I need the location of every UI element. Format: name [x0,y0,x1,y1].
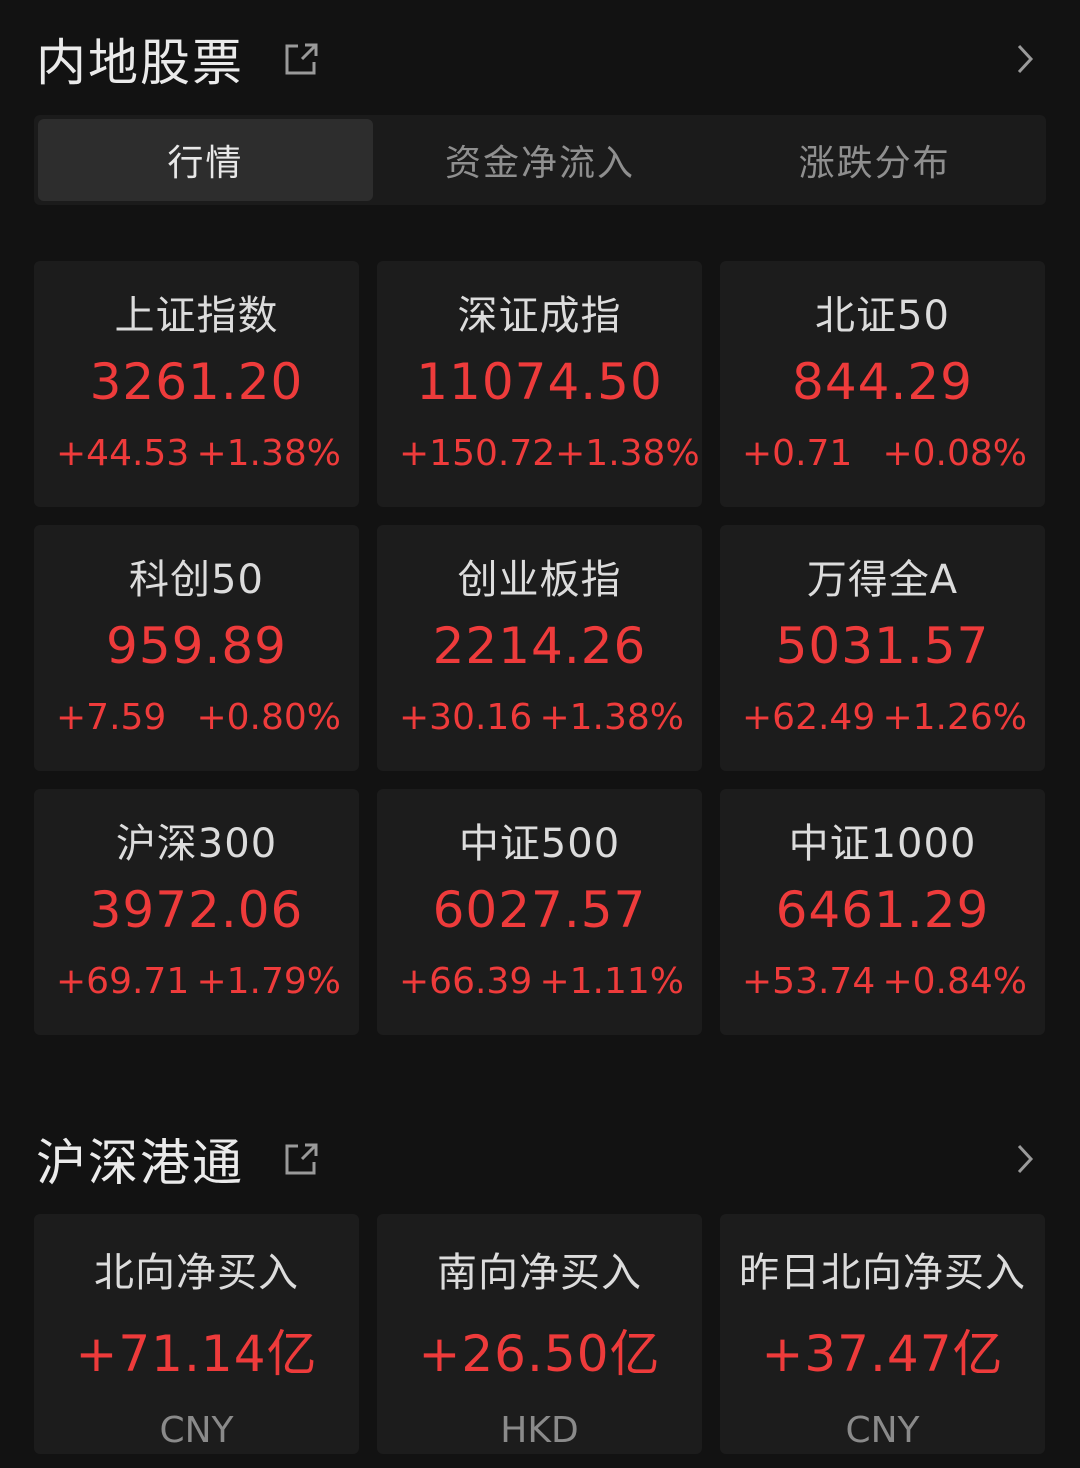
flow-name: 北向净买入 [94,1250,299,1296]
tab-market[interactable]: 行情 [38,119,373,201]
index-change-pct: +1.38% [555,433,700,474]
index-value: 5031.57 [775,617,990,675]
index-change-pct: +1.79% [196,961,341,1002]
capital-flow-grid: 北向净买入 +71.14亿 CNY 南向净买入 +26.50亿 HKD 昨日北向… [34,1214,1046,1454]
index-change: +30.16 [399,697,533,738]
index-value: 3972.06 [89,881,304,939]
index-change-pct: +0.08% [882,433,1027,474]
section-title: 内地股票 [36,34,244,92]
index-name: 北证50 [815,293,950,339]
tab-bar: 行情 资金净流入 涨跌分布 [34,115,1046,205]
index-name: 上证指数 [114,293,279,339]
index-change: +66.39 [399,961,533,1002]
index-change: +7.59 [56,697,167,738]
share-icon[interactable] [282,40,320,78]
index-value: 959.89 [106,617,287,675]
index-change-pct: +1.11% [539,961,684,1002]
index-value: 11074.50 [416,353,663,411]
tab-distribution[interactable]: 涨跌分布 [707,119,1042,201]
index-change-pct: +0.84% [882,961,1027,1002]
index-name: 中证500 [458,821,621,867]
index-name: 中证1000 [788,821,977,867]
index-change-pct: +1.38% [196,433,341,474]
index-name: 深证成指 [457,293,622,339]
index-change-pct: +0.80% [196,697,341,738]
flow-name: 昨日北向净买入 [739,1250,1026,1296]
index-card[interactable]: 万得全A 5031.57 +62.49 +1.26% [720,525,1045,771]
index-value: 3261.20 [89,353,304,411]
index-name: 沪深300 [115,821,278,867]
index-change-pct: +1.38% [539,697,684,738]
index-card[interactable]: 中证500 6027.57 +66.39 +1.11% [377,789,702,1035]
chevron-right-icon[interactable] [1010,1144,1040,1174]
flow-value: +37.47亿 [761,1325,1004,1383]
index-change: +69.71 [56,961,190,1002]
section-title: 沪深港通 [36,1134,244,1192]
flow-card[interactable]: 北向净买入 +71.14亿 CNY [34,1214,359,1454]
flow-currency: CNY [159,1410,234,1451]
flow-value: +26.50亿 [418,1325,661,1383]
index-value: 2214.26 [432,617,647,675]
index-change-pct: +1.26% [882,697,1027,738]
flow-card[interactable]: 昨日北向净买入 +37.47亿 CNY [720,1214,1045,1454]
index-card[interactable]: 科创50 959.89 +7.59 +0.80% [34,525,359,771]
share-icon[interactable] [282,1140,320,1178]
index-change: +44.53 [56,433,190,474]
flow-currency: HKD [500,1410,579,1451]
flow-currency: CNY [845,1410,920,1451]
index-card[interactable]: 沪深300 3972.06 +69.71 +1.79% [34,789,359,1035]
chevron-right-icon[interactable] [1010,44,1040,74]
index-change: +0.71 [742,433,853,474]
index-change: +62.49 [742,697,876,738]
index-change: +53.74 [742,961,876,1002]
index-name: 创业板指 [457,557,622,603]
index-card[interactable]: 创业板指 2214.26 +30.16 +1.38% [377,525,702,771]
index-name: 万得全A [806,557,959,603]
index-name: 科创50 [129,557,264,603]
section-header-mainland-stocks: 内地股票 [36,24,1044,94]
index-card[interactable]: 上证指数 3261.20 +44.53 +1.38% [34,261,359,507]
index-change: +150.72 [399,433,556,474]
flow-value: +71.14亿 [75,1325,318,1383]
tab-net-inflow[interactable]: 资金净流入 [373,119,708,201]
index-value: 844.29 [792,353,973,411]
index-value: 6027.57 [432,881,647,939]
section-header-stock-connect: 沪深港通 [36,1124,1044,1194]
index-card[interactable]: 中证1000 6461.29 +53.74 +0.84% [720,789,1045,1035]
index-grid: 上证指数 3261.20 +44.53 +1.38% 深证成指 11074.50 … [34,261,1046,1035]
flow-card[interactable]: 南向净买入 +26.50亿 HKD [377,1214,702,1454]
index-card[interactable]: 北证50 844.29 +0.71 +0.08% [720,261,1045,507]
flow-name: 南向净买入 [437,1250,642,1296]
index-card[interactable]: 深证成指 11074.50 +150.72 +1.38% [377,261,702,507]
index-value: 6461.29 [775,881,990,939]
